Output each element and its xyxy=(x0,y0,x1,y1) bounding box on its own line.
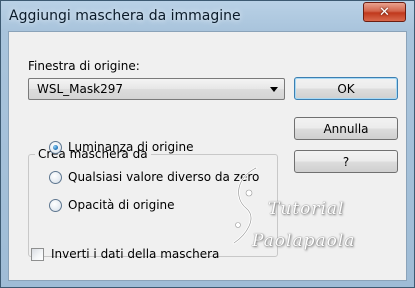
radio-selected-dot xyxy=(53,145,58,150)
radio-luminance[interactable] xyxy=(49,141,62,154)
radio-luminance-label[interactable]: Luminanza di origine xyxy=(68,140,193,154)
source-window-value: WSL_Mask297 xyxy=(37,82,123,96)
dialog-window: Aggiungi maschera da immagine ✕ Finestra… xyxy=(0,0,415,288)
title-bar[interactable]: Aggiungi maschera da immagine ✕ xyxy=(1,1,414,31)
help-button[interactable]: ? xyxy=(294,150,398,173)
source-window-dropdown[interactable]: WSL_Mask297 xyxy=(28,78,285,100)
close-icon: ✕ xyxy=(379,4,390,20)
window-title: Aggiungi maschera da immagine xyxy=(9,8,241,24)
ok-button[interactable]: OK xyxy=(294,77,398,100)
dialog-client-area: Finestra di origine: WSL_Mask297 OK Annu… xyxy=(8,31,407,281)
cancel-button[interactable]: Annulla xyxy=(294,117,398,140)
invert-mask-label[interactable]: Inverti i dati della maschera xyxy=(51,247,219,261)
close-button[interactable]: ✕ xyxy=(363,2,406,22)
chevron-down-icon xyxy=(270,87,278,92)
invert-mask-checkbox[interactable] xyxy=(31,248,44,261)
radio-any-nonzero[interactable] xyxy=(49,171,62,184)
radio-any-nonzero-label[interactable]: Qualsiasi valore diverso da zero xyxy=(68,170,259,184)
source-window-label: Finestra di origine: xyxy=(28,59,140,73)
radio-source-opacity[interactable] xyxy=(49,199,62,212)
radio-source-opacity-label[interactable]: Opacità di origine xyxy=(68,198,175,212)
